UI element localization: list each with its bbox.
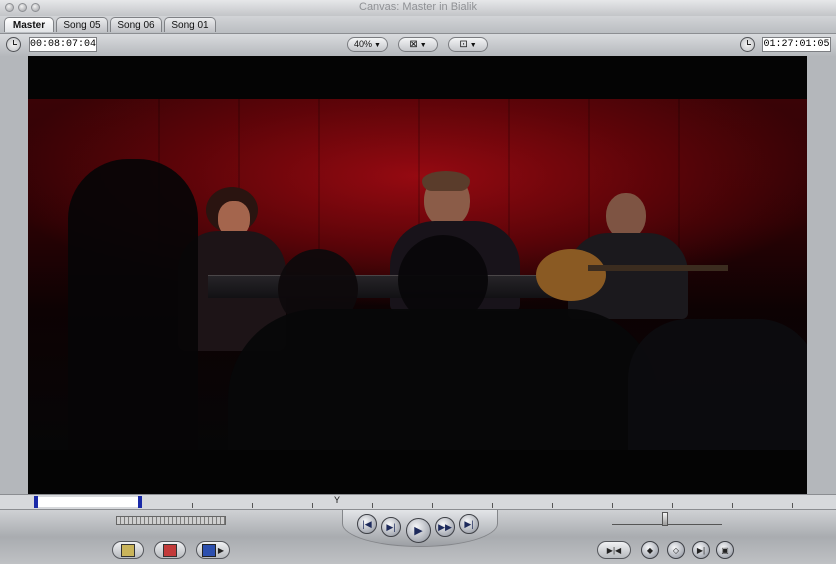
- mark-clip-button[interactable]: ▶|◀: [597, 541, 631, 559]
- match-frame-button[interactable]: ▣: [716, 541, 734, 559]
- mark-in-icon: ▶|: [696, 545, 706, 555]
- window-title: Canvas: Master in Bialik: [359, 1, 477, 13]
- zoom-popup[interactable]: 40% ▼: [347, 37, 388, 52]
- chevron-down-icon: ▼: [374, 42, 381, 49]
- frame-overlay-icon: ⊡: [459, 39, 468, 50]
- out-point-marker[interactable]: [138, 496, 142, 508]
- tab-song-01[interactable]: Song 01: [164, 17, 216, 32]
- add-keyframe-icon: ◆: [646, 545, 654, 555]
- video-frame[interactable]: [28, 99, 807, 450]
- current-timecode[interactable]: 01:27:01:05: [762, 37, 831, 52]
- current-time-clock-icon: [740, 37, 755, 52]
- in-point-marker[interactable]: [34, 496, 38, 508]
- insert-edit-icon: [121, 543, 135, 557]
- tab-bar: Master Song 05 Song 06 Song 01: [0, 16, 836, 34]
- guitar-neck: [588, 265, 728, 271]
- tab-song-06[interactable]: Song 06: [110, 17, 162, 32]
- jog-knob[interactable]: [662, 512, 668, 526]
- add-keyframe-button[interactable]: ◆: [641, 541, 659, 559]
- duration-clock-icon: [6, 37, 21, 52]
- performer-hair: [422, 171, 470, 191]
- chevron-down-icon: ▼: [469, 42, 477, 49]
- add-marker-icon: ◇: [672, 545, 680, 555]
- mark-clip-icon: ▶|◀: [606, 545, 622, 555]
- replace-edit-icon: [201, 543, 216, 557]
- tab-master[interactable]: Master: [4, 17, 54, 32]
- add-marker-button[interactable]: ◇: [667, 541, 685, 559]
- in-out-range: [36, 497, 141, 507]
- replace-button[interactable]: ▶: [196, 541, 230, 559]
- go-to-next-edit-icon[interactable]: ▶|: [459, 514, 479, 534]
- match-frame-icon: ▣: [721, 545, 729, 555]
- audience-silhouette: [628, 319, 807, 450]
- title-bar[interactable]: Canvas: Master in Bialik: [0, 0, 836, 17]
- view-popup[interactable]: ⊠ ▼: [398, 37, 438, 52]
- scrubber-bar[interactable]: Y: [0, 494, 836, 510]
- tab-song-05[interactable]: Song 05: [56, 17, 108, 32]
- canvas-toolbar: 00:08:07:04 40% ▼ ⊠ ▼ ⊡ ▼ 01:27:01:05: [0, 34, 836, 57]
- play-icon[interactable]: ▶: [406, 518, 431, 543]
- mark-in-button[interactable]: ▶|: [692, 541, 710, 559]
- zoom-value: 40%: [354, 39, 373, 49]
- insert-button[interactable]: [112, 541, 144, 559]
- shuttle-control[interactable]: [116, 516, 226, 525]
- audience-silhouette: [228, 309, 658, 450]
- play-around-current-icon[interactable]: ▶▶: [435, 517, 455, 537]
- transport-well: |◀ ▶| ▶ ▶▶ ▶|: [342, 510, 498, 547]
- overwrite-button[interactable]: [154, 541, 186, 559]
- transport-controls: |◀ ▶| ▶ ▶▶ ▶| ▶ ▶|◀ ◆ ◇ ▶| ▣: [0, 510, 836, 564]
- play-in-to-out-icon[interactable]: ▶|: [381, 517, 401, 537]
- guitar-body: [536, 249, 606, 301]
- view-overlay-icon: ⊠: [409, 39, 418, 50]
- playhead-icon[interactable]: Y: [334, 495, 340, 505]
- audience-silhouette: [68, 159, 198, 450]
- go-to-previous-edit-icon[interactable]: |◀: [357, 514, 377, 534]
- chevron-down-icon: ▼: [419, 42, 427, 49]
- layout-popup[interactable]: ⊡ ▼: [448, 37, 488, 52]
- overwrite-edit-icon: [163, 543, 177, 557]
- duration-timecode[interactable]: 00:08:07:04: [29, 37, 97, 52]
